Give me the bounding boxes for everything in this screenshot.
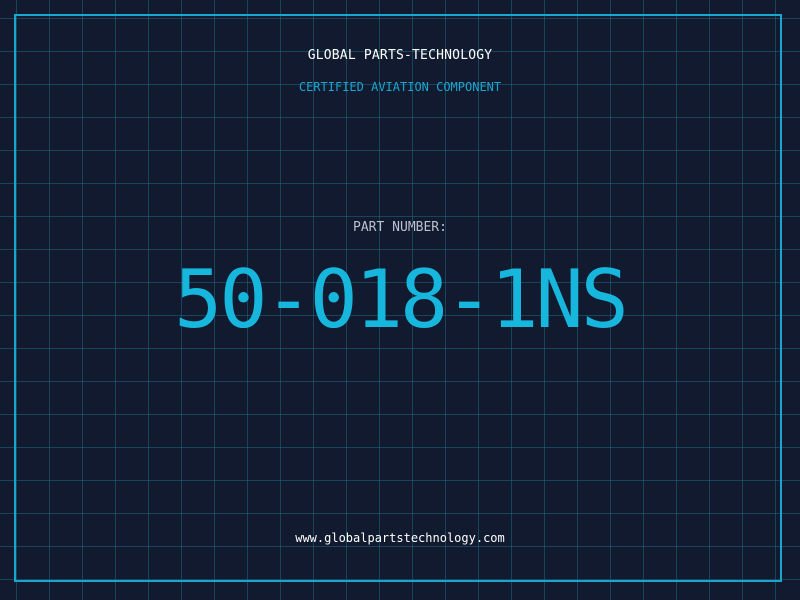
part-number-value: 50-018-1NS [174,253,629,346]
company-name: GLOBAL PARTS-TECHNOLOGY [307,48,493,63]
certification-subtitle: CERTIFIED AVIATION COMPONENT [298,80,502,94]
part-card: GLOBAL PARTS-TECHNOLOGY CERTIFIED AVIATI… [0,0,800,600]
website-url: www.globalpartstechnology.com [295,531,505,545]
part-number-label: PART NUMBER: [353,220,447,235]
